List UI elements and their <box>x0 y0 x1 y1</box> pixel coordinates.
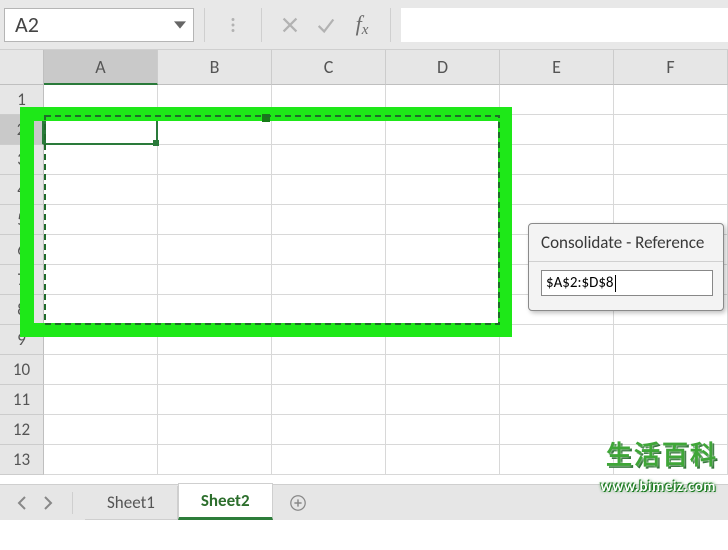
row-header-3[interactable]: 3 <box>0 145 44 175</box>
enter-icon[interactable] <box>308 8 344 42</box>
sheet-tabs: Sheet1 Sheet2 <box>85 485 273 520</box>
formula-input[interactable] <box>401 8 728 42</box>
fx-icon[interactable]: fx <box>344 8 380 42</box>
column-header-C[interactable]: C <box>272 50 386 85</box>
name-box-value: A2 <box>5 11 167 38</box>
column-header-B[interactable]: B <box>158 50 272 85</box>
text-caret <box>615 275 616 292</box>
row-header-13[interactable]: 13 <box>0 445 44 475</box>
divider <box>204 8 205 42</box>
dialog-title: Consolidate - Reference <box>529 224 723 262</box>
row-header-9[interactable]: 9 <box>0 325 44 355</box>
tab-sheet2[interactable]: Sheet2 <box>178 483 273 520</box>
row-header-4[interactable]: 4 <box>0 175 44 205</box>
reference-input[interactable]: $A$2:$D$8 <box>541 270 713 296</box>
tab-nav-next-icon[interactable] <box>36 491 60 515</box>
new-sheet-button[interactable] <box>283 488 313 518</box>
row-header-11[interactable]: 11 <box>0 385 44 415</box>
tab-nav-prev-icon[interactable] <box>10 491 34 515</box>
row-header-2[interactable]: 2 <box>0 115 44 145</box>
watermark-url: www.bimeiz.com <box>601 478 716 496</box>
divider <box>390 8 391 42</box>
divider <box>261 8 262 42</box>
row-header-8[interactable]: 8 <box>0 295 44 325</box>
more-icon[interactable] <box>215 8 251 42</box>
name-box[interactable]: A2 <box>4 8 194 42</box>
column-header-A[interactable]: A <box>44 50 158 85</box>
row-header-1[interactable]: 1 <box>0 85 44 115</box>
row-header-7[interactable]: 7 <box>0 265 44 295</box>
consolidate-dialog[interactable]: Consolidate - Reference $A$2:$D$8 <box>528 223 724 311</box>
row-header-12[interactable]: 12 <box>0 415 44 445</box>
row-header-6[interactable]: 6 <box>0 235 44 265</box>
cancel-icon[interactable] <box>272 8 308 42</box>
tab-sheet1[interactable]: Sheet1 <box>85 486 178 520</box>
divider <box>72 492 73 514</box>
column-headers: A B C D E F <box>44 50 728 85</box>
select-all-corner[interactable] <box>0 50 44 85</box>
row-header-10[interactable]: 10 <box>0 355 44 385</box>
name-box-dropdown-icon[interactable] <box>167 9 193 41</box>
row-headers: 1 2 3 4 5 6 7 8 9 10 11 12 13 <box>0 85 44 475</box>
watermark-main: 生活百科 <box>606 435 718 472</box>
worksheet-grid: A B C D E F 1 2 3 4 5 6 7 8 9 10 11 12 1… <box>0 50 728 520</box>
column-header-D[interactable]: D <box>386 50 500 85</box>
formula-bar: A2 fx <box>0 0 728 50</box>
excel-app: A2 fx A B C D E F 1 <box>0 0 728 550</box>
column-header-F[interactable]: F <box>614 50 728 85</box>
reference-value: $A$2:$D$8 <box>546 274 614 292</box>
column-header-E[interactable]: E <box>500 50 614 85</box>
row-header-5[interactable]: 5 <box>0 205 44 235</box>
